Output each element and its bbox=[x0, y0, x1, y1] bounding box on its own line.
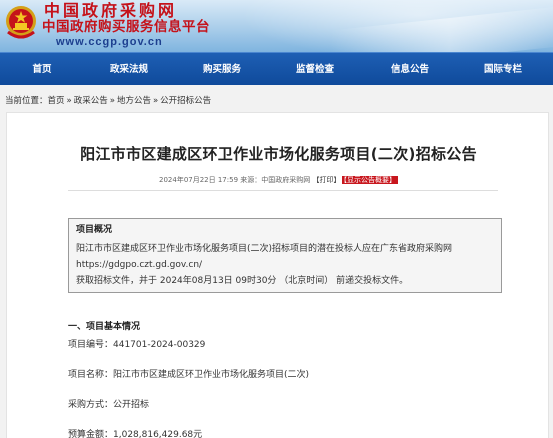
national-emblem-icon bbox=[6, 6, 36, 39]
site-url: www.ccgp.gov.cn bbox=[56, 36, 163, 48]
summary-title: 项目概况 bbox=[76, 225, 113, 235]
summary-line: 阳江市市区建成区环卫作业市场化服务项目(二次)招标项目的潜在投标人应在广东省政府… bbox=[76, 244, 453, 254]
summary-link[interactable]: https://gdgpo.czt.gd.gov.cn/ bbox=[76, 257, 494, 273]
breadcrumb-separator: » bbox=[66, 96, 72, 106]
budget-amount: 预算金额：1,028,816,429.68元 bbox=[68, 430, 203, 438]
nav-item-home[interactable]: 首页 bbox=[32, 53, 51, 86]
print-link[interactable]: 【打印】 bbox=[313, 176, 341, 184]
source-label: 来源： bbox=[240, 176, 262, 184]
article-panel: 阳江市市区建成区环卫作业市场化服务项目(二次)招标公告 2024年07月22日 … bbox=[6, 112, 549, 438]
site-header: 中国政府采购网 中国政府购买服务信息平台 www.ccgp.gov.cn bbox=[0, 0, 553, 52]
section-title: 一、项目基本情况 bbox=[68, 322, 141, 332]
nav-item-regulations[interactable]: 政采法规 bbox=[110, 53, 148, 86]
site-title: 中国政府采购网 bbox=[44, 1, 178, 20]
summary-line: 获取招标文件，并于 2024年08月13日 09时30分 （北京时间） 前递交投… bbox=[76, 276, 409, 286]
breadcrumb-link-local[interactable]: 地方公告 bbox=[117, 96, 151, 106]
show-summary-button[interactable]: 【显示公告概要】 bbox=[341, 176, 398, 184]
breadcrumb-link-tender[interactable]: 公开招标公告 bbox=[160, 96, 211, 106]
publish-date: 2024年07月22日 17:59 bbox=[159, 176, 239, 184]
breadcrumb-separator: » bbox=[152, 96, 159, 106]
nav-item-announcements[interactable]: 信息公告 bbox=[391, 53, 429, 86]
breadcrumb: 当前位置：首页» 政采公告» 地方公告» 公开招标公告 bbox=[5, 94, 211, 106]
breadcrumb-separator: » bbox=[109, 96, 115, 106]
site-subtitle: 中国政府购买服务信息平台 bbox=[42, 19, 210, 35]
breadcrumb-link-home[interactable]: 首页 bbox=[48, 96, 65, 106]
procurement-method: 采购方式：公开招标 bbox=[68, 400, 150, 410]
project-name: 项目名称：阳江市市区建成区环卫作业市场化服务项目(二次) bbox=[68, 370, 310, 380]
source-name: 中国政府采购网 bbox=[261, 176, 311, 184]
nav-item-purchase-services[interactable]: 购买服务 bbox=[203, 53, 241, 86]
main-nav: 首页 政采法规 购买服务 监督检查 信息公告 国际专栏 bbox=[0, 52, 553, 85]
divider bbox=[68, 190, 498, 191]
project-number: 项目编号：441701-2024-00329 bbox=[68, 340, 206, 350]
nav-item-international[interactable]: 国际专栏 bbox=[484, 53, 522, 86]
page-title: 阳江市市区建成区环卫作业市场化服务项目(二次)招标公告 bbox=[80, 145, 477, 163]
breadcrumb-link-announcements[interactable]: 政采公告 bbox=[74, 96, 108, 106]
project-summary-box: 项目概况 阳江市市区建成区环卫作业市场化服务项目(二次)招标项目的潜在投标人应在… bbox=[68, 218, 502, 293]
nav-item-supervision[interactable]: 监督检查 bbox=[296, 53, 334, 86]
article-meta: 2024年07月22日 17:59 来源：中国政府采购网 【打印】 【显示公告概要… bbox=[7, 175, 550, 185]
breadcrumb-prefix: 当前位置： bbox=[5, 96, 48, 106]
